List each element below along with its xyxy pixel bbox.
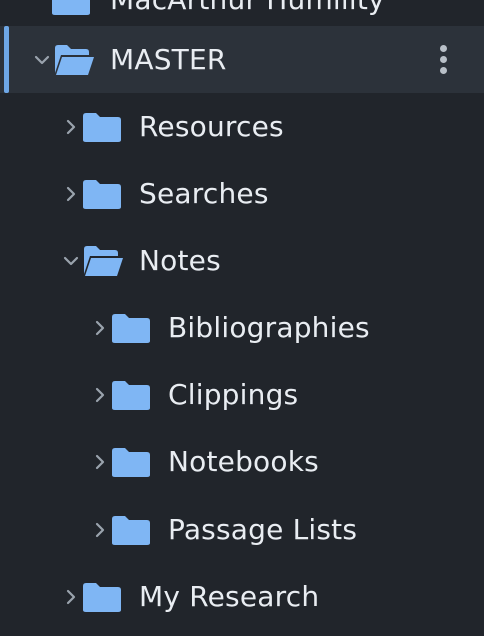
chevron-right-icon[interactable] <box>91 319 109 337</box>
tree-item-label: MASTER <box>110 42 227 76</box>
tree-item-label: Bibliographies <box>168 310 370 344</box>
tree-item-notes[interactable]: Notes <box>0 227 484 294</box>
folder-icon <box>112 447 150 477</box>
folder-open-icon <box>55 44 94 75</box>
tree-item-resources[interactable]: Resources <box>0 93 484 160</box>
selection-indicator <box>4 26 9 93</box>
chevron-right-icon[interactable] <box>91 521 109 539</box>
folder-open-icon <box>84 245 123 276</box>
folder-icon <box>112 380 150 410</box>
tree-item-passage-lists[interactable]: Passage Lists <box>0 496 484 563</box>
chevron-right-icon[interactable] <box>91 386 109 404</box>
tree-item-label: Notebooks <box>168 444 319 478</box>
tree-item-label: Passage Lists <box>168 512 358 546</box>
tree-item-label: Searches <box>139 176 269 210</box>
tree-item-my-research[interactable]: My Research <box>0 563 484 630</box>
folder-icon <box>83 179 121 209</box>
tree-item-label: Clippings <box>168 377 299 411</box>
folder-icon <box>83 582 121 612</box>
tree-item-clippings[interactable]: Clippings <box>0 361 484 428</box>
chevron-right-icon[interactable] <box>62 185 80 203</box>
chevron-down-icon[interactable] <box>62 252 80 270</box>
tree-item-master[interactable]: MASTER <box>0 26 484 93</box>
tree-item-label: Notes <box>139 243 221 277</box>
chevron-right-icon[interactable] <box>62 588 80 606</box>
folder-icon <box>112 515 150 545</box>
chevron-down-icon[interactable] <box>33 51 51 69</box>
chevron-right-icon[interactable] <box>62 118 80 136</box>
tree-item-notebooks[interactable]: Notebooks <box>0 428 484 495</box>
tree-item-label: MacArthur Humility <box>110 0 385 15</box>
folder-icon <box>52 0 90 15</box>
folder-icon <box>112 313 150 343</box>
chevron-right-icon[interactable] <box>91 453 109 471</box>
folder-tree: MacArthur Humility MASTER Resources <box>0 0 484 636</box>
tree-item-label: Resources <box>139 109 284 143</box>
tree-item-bibliographies[interactable]: Bibliographies <box>0 294 484 361</box>
tree-item-searches[interactable]: Searches <box>0 160 484 227</box>
folder-icon <box>83 112 121 142</box>
tree-item-label: My Research <box>139 579 320 613</box>
kebab-menu-icon[interactable] <box>438 44 448 75</box>
